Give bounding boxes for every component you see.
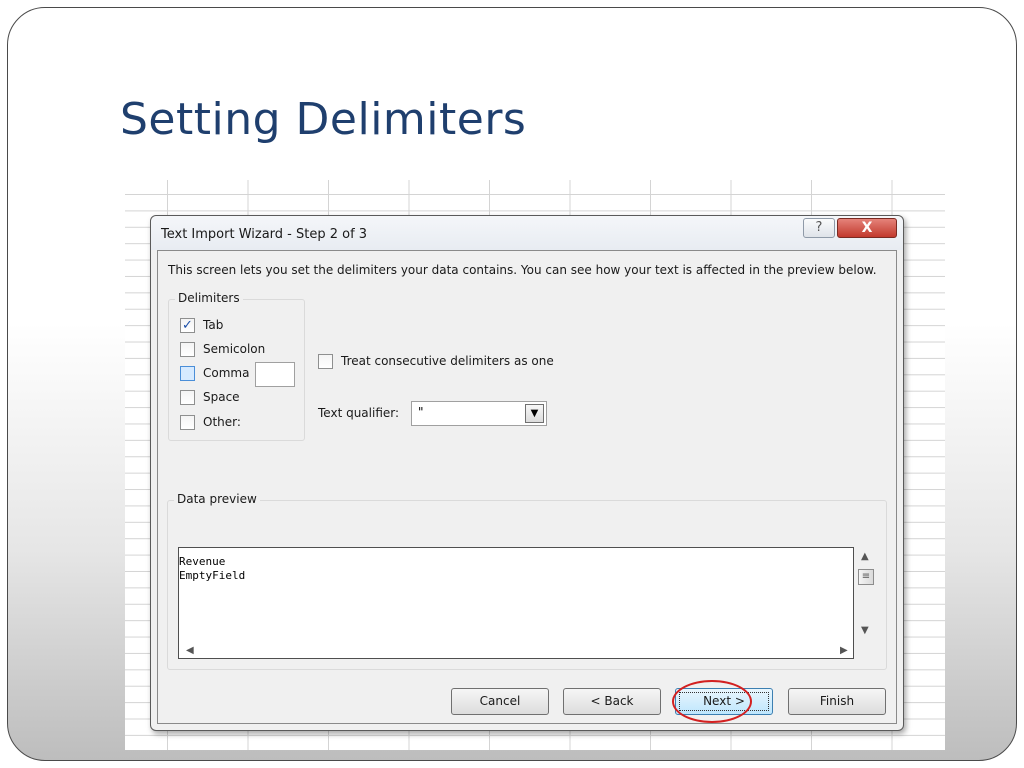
other-checkbox-label: Other: — [203, 415, 241, 429]
text-qualifier-label: Text qualifier: — [318, 406, 400, 420]
text-qualifier-value: " — [418, 405, 424, 419]
dialog-title: Text Import Wizard - Step 2 of 3 — [161, 227, 368, 242]
scroll-up-icon[interactable]: ▲ — [861, 551, 869, 562]
finish-button[interactable]: Finish — [788, 688, 886, 715]
semicolon-checkbox[interactable] — [180, 342, 195, 357]
treat-consecutive-checkbox[interactable] — [318, 354, 333, 369]
preview-line-2: EmptyField — [179, 569, 246, 582]
treat-consecutive-label: Treat consecutive delimiters as one — [341, 354, 554, 368]
preview-horizontal-scrollbar[interactable]: ◀ ▶ — [178, 643, 854, 660]
cancel-button[interactable]: Cancel — [451, 688, 549, 715]
slide-title: Setting Delimiters — [120, 94, 527, 145]
semicolon-checkbox-label: Semicolon — [203, 342, 266, 356]
other-delimiter-input[interactable] — [255, 362, 295, 387]
comma-checkbox[interactable] — [180, 366, 195, 381]
help-icon: ? — [815, 220, 823, 235]
space-checkbox-label: Space — [203, 390, 240, 404]
preview-vertical-scrollbar[interactable]: ▲ ≡ ▼ — [856, 547, 876, 643]
preview-lines: Revenue EmptyField — [179, 555, 245, 583]
dialog-description: This screen lets you set the delimiters … — [168, 263, 877, 277]
comma-checkbox-label: Comma — [203, 366, 250, 380]
next-button-highlight-circle — [672, 680, 752, 723]
scroll-down-icon[interactable]: ▼ — [861, 625, 869, 636]
delimiters-group-label: Delimiters — [175, 291, 243, 305]
text-qualifier-select[interactable]: " ▼ — [411, 401, 547, 426]
close-icon: X — [861, 220, 873, 236]
tab-checkbox[interactable]: ✓ — [180, 318, 195, 333]
scroll-left-icon[interactable]: ◀ — [186, 645, 194, 656]
data-preview-label: Data preview — [174, 492, 260, 506]
scroll-thumb[interactable]: ≡ — [858, 569, 874, 585]
space-checkbox[interactable] — [180, 390, 195, 405]
dialog-titlebar: Text Import Wizard - Step 2 of 3 ? X — [151, 216, 903, 250]
close-button[interactable]: X — [837, 218, 897, 238]
preview-line-1: Revenue — [179, 555, 226, 568]
help-button[interactable]: ? — [803, 218, 835, 238]
chevron-down-icon[interactable]: ▼ — [525, 404, 544, 423]
tab-checkbox-label: Tab — [203, 318, 224, 332]
other-checkbox[interactable] — [180, 415, 195, 430]
scroll-right-icon[interactable]: ▶ — [840, 645, 848, 656]
back-button[interactable]: < Back — [563, 688, 661, 715]
